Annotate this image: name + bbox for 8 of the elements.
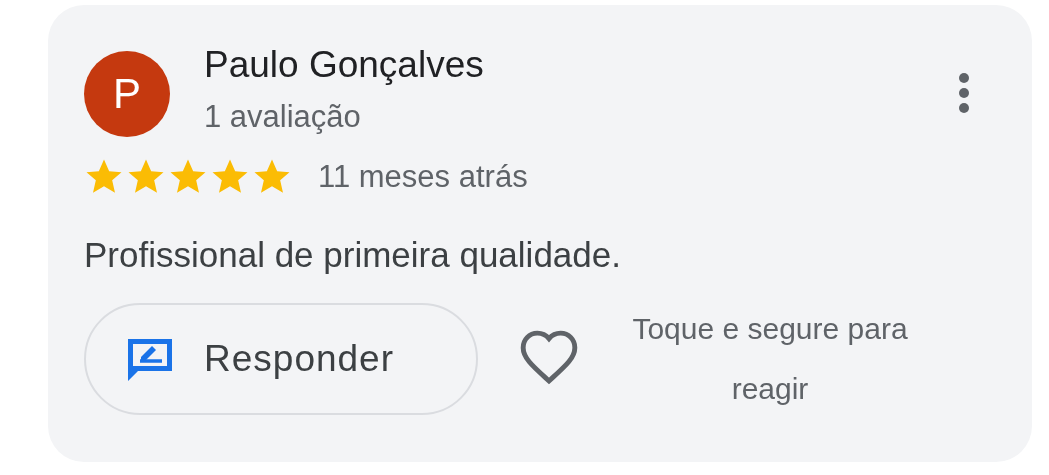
author-name[interactable]: Paulo Gonçalves	[204, 43, 956, 87]
review-time: 11 meses atrás	[318, 159, 528, 195]
review-count: 1 avaliação	[204, 99, 362, 135]
more-options-icon[interactable]	[956, 73, 972, 113]
avatar[interactable]: P	[84, 51, 170, 137]
reaction-hint: Toque e segure para reagir	[631, 311, 909, 407]
reply-button[interactable]: Responder	[84, 303, 478, 415]
review-text: Profissional de primeira qualidade.	[84, 235, 622, 275]
